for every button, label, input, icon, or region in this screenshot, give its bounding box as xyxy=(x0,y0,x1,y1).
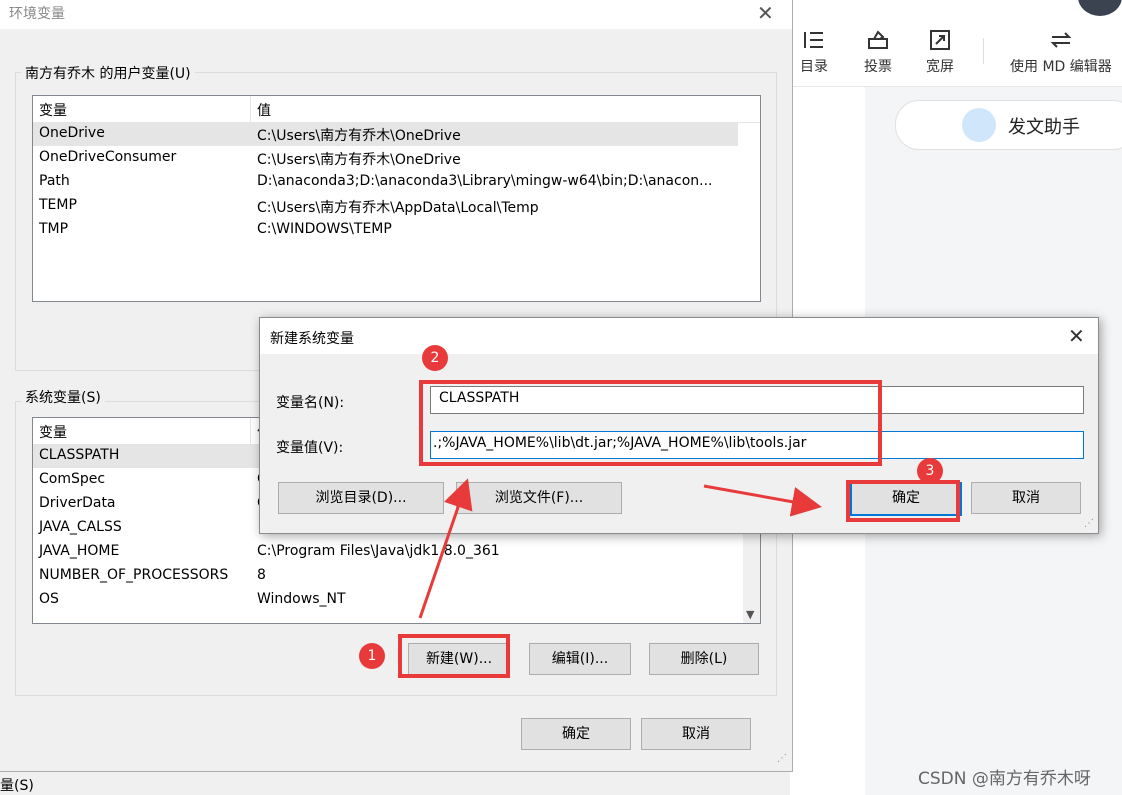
step-badge-2: 2 xyxy=(422,345,448,371)
arrow-to-ok xyxy=(703,484,822,517)
watermark: CSDN @南方有乔木呀 xyxy=(918,769,1091,789)
arrow-new-to-fields xyxy=(418,478,473,619)
step-badge-3: 3 xyxy=(917,458,943,484)
annotation-arrows xyxy=(418,478,822,619)
step-badge-1: 1 xyxy=(359,643,385,669)
